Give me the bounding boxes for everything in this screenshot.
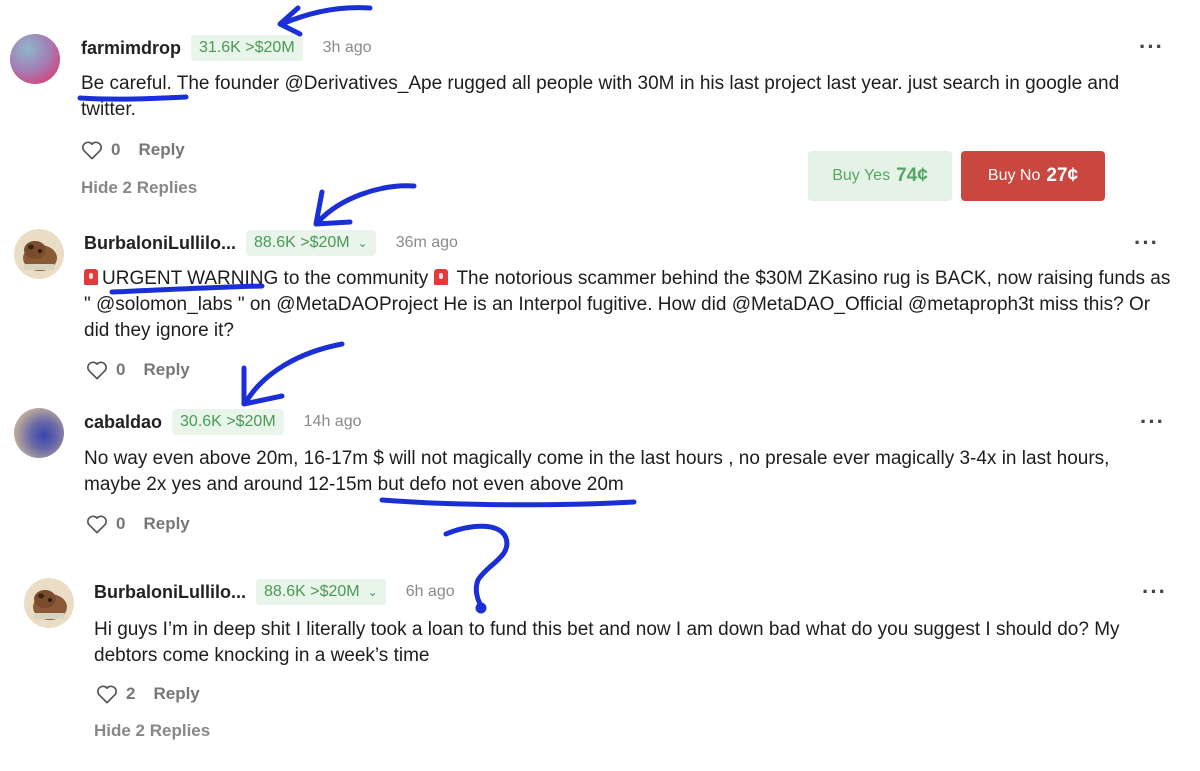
- comment-header: cabaldao 30.6K >$20M 14h ago: [84, 408, 362, 436]
- annotation-arrow: [243, 341, 345, 405]
- comment-header: BurbaloniLullilo... 88.6K >$20M ⌄ 6h ago: [94, 578, 455, 606]
- heart-icon[interactable]: [96, 684, 118, 704]
- badge-label: 88.6K >$20M: [264, 583, 360, 600]
- chevron-down-icon[interactable]: ⌄: [368, 585, 378, 599]
- heart-icon[interactable]: [86, 514, 108, 534]
- reply-button[interactable]: Reply: [143, 360, 189, 380]
- hide-replies-button[interactable]: Hide 2 Replies: [81, 178, 197, 198]
- comment-text-body: Hi guys I’m in deep shit I literally too…: [94, 619, 1120, 666]
- timestamp: 14h ago: [303, 413, 362, 430]
- buy-yes-price: 74¢: [896, 165, 928, 186]
- chevron-down-icon[interactable]: ⌄: [358, 236, 368, 250]
- siren-icon: [433, 269, 448, 285]
- annotation-arrow: [241, 365, 285, 407]
- annotation-question-dot: [475, 602, 487, 614]
- like-count: 2: [126, 684, 136, 703]
- comment-actions: 0 Reply: [86, 360, 190, 380]
- more-options-icon[interactable]: ···: [1140, 409, 1165, 435]
- position-badge[interactable]: 88.6K >$20M ⌄: [246, 230, 376, 256]
- timestamp: 36m ago: [395, 234, 458, 251]
- position-badge[interactable]: 88.6K >$20M ⌄: [256, 579, 386, 605]
- comment-text-lead: URGENT WARNING: [102, 268, 279, 289]
- comment-text-mid: to the community: [278, 268, 434, 289]
- reply-button[interactable]: Reply: [138, 140, 184, 160]
- annotation-arrow: [277, 5, 303, 37]
- comment-actions: 0 Reply: [86, 514, 190, 534]
- avatar[interactable]: [14, 229, 64, 279]
- comment-header: BurbaloniLullilo... 88.6K >$20M ⌄ 36m ago: [84, 229, 458, 257]
- like-count: 0: [116, 514, 126, 533]
- annotation-arrow: [313, 189, 353, 227]
- like-count: 0: [111, 140, 121, 159]
- more-options-icon[interactable]: ···: [1142, 579, 1167, 605]
- badge-label: 31.6K >$20M: [199, 39, 295, 56]
- more-options-icon[interactable]: ···: [1134, 230, 1159, 256]
- username[interactable]: BurbaloniLullilo...: [94, 582, 246, 603]
- buy-yes-button[interactable]: Buy Yes 74¢: [808, 151, 952, 201]
- siren-icon: [84, 269, 98, 285]
- username[interactable]: cabaldao: [84, 412, 162, 433]
- comment-text-lead: Be careful.: [81, 73, 172, 94]
- comment-text: Hi guys I’m in deep shit I literally too…: [94, 617, 1134, 669]
- badge-label: 30.6K >$20M: [180, 413, 276, 430]
- buy-no-price: 27¢: [1046, 165, 1079, 186]
- comment-text: URGENT WARNING to the community The noto…: [84, 266, 1174, 344]
- username[interactable]: BurbaloniLullilo...: [84, 233, 236, 254]
- badge-label: 88.6K >$20M: [254, 234, 350, 251]
- comment-text-rest: The founder @Derivatives_Ape rugged all …: [81, 73, 1120, 120]
- annotation-question-mark: [443, 523, 510, 607]
- username[interactable]: farmimdrop: [81, 38, 181, 59]
- buy-no-label: Buy No: [987, 167, 1041, 184]
- comment-text-rest: but defo not even above 20m: [377, 474, 624, 495]
- capybara-avatar-icon: [14, 229, 64, 279]
- buy-no-button[interactable]: Buy No 27¢: [961, 151, 1105, 201]
- comment-text: Be careful. The founder @Derivatives_Ape…: [81, 71, 1151, 123]
- reply-button[interactable]: Reply: [143, 514, 189, 534]
- position-badge[interactable]: 31.6K >$20M: [191, 35, 303, 61]
- comment-text: No way even above 20m, 16-17m $ will not…: [84, 446, 1144, 498]
- avatar[interactable]: [14, 408, 64, 458]
- comment-header: farmimdrop 31.6K >$20M 3h ago: [81, 34, 372, 62]
- annotation-arrow: [315, 183, 417, 225]
- capybara-avatar-icon: [24, 578, 74, 628]
- timestamp: 6h ago: [405, 583, 455, 600]
- heart-icon[interactable]: [86, 360, 108, 380]
- comment-actions: 0 Reply: [81, 140, 185, 160]
- heart-icon[interactable]: [81, 140, 103, 160]
- annotation-arrow: [279, 5, 373, 27]
- buy-yes-label: Buy Yes: [832, 167, 891, 184]
- avatar[interactable]: [10, 34, 60, 84]
- position-badge[interactable]: 30.6K >$20M: [172, 409, 284, 435]
- more-options-icon[interactable]: ···: [1139, 34, 1164, 60]
- timestamp: 3h ago: [322, 39, 372, 56]
- hide-replies-button[interactable]: Hide 2 Replies: [94, 721, 210, 741]
- comment-actions: 2 Reply: [96, 684, 200, 704]
- like-count: 0: [116, 360, 126, 379]
- reply-button[interactable]: Reply: [153, 684, 199, 704]
- annotation-underline: [379, 497, 637, 508]
- avatar[interactable]: [24, 578, 74, 628]
